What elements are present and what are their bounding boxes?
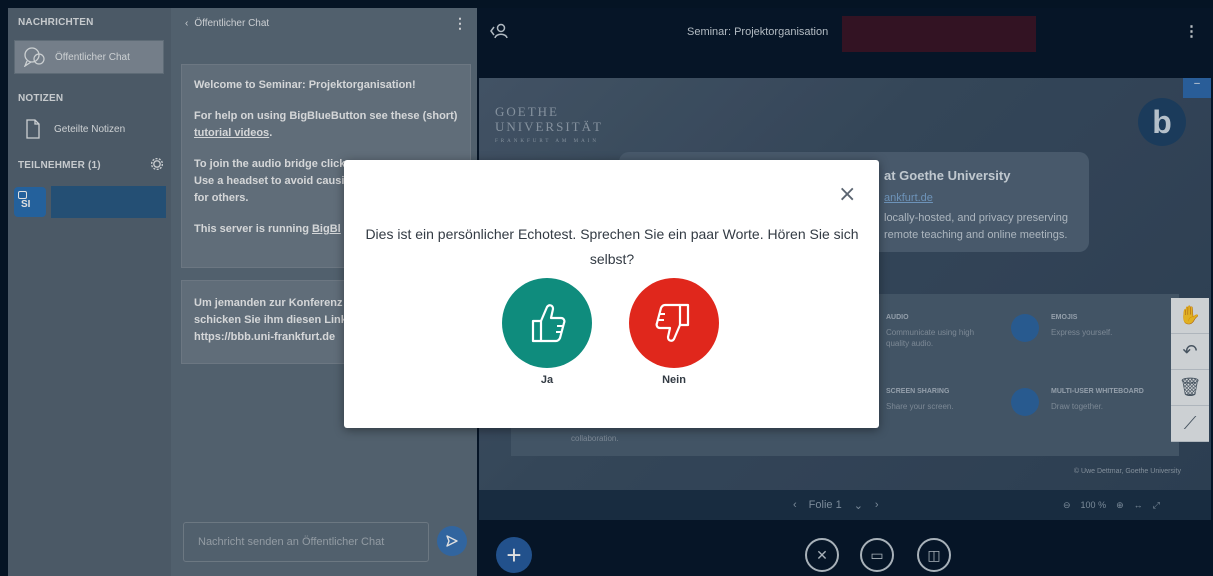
echo-yes-button[interactable] <box>502 278 592 368</box>
thumbs-down-icon <box>655 303 690 342</box>
echo-test-message: Dies ist ein persönlicher Echotest. Spre… <box>365 226 859 267</box>
yes-label: Ja <box>540 374 554 386</box>
echo-test-modal: × Dies ist ein persönlicher Echotest. Sp… <box>344 160 879 428</box>
no-label: Nein <box>662 374 686 386</box>
close-icon[interactable]: × <box>838 184 856 206</box>
thumbs-up-icon <box>531 304 566 343</box>
echo-no-button[interactable] <box>629 278 719 368</box>
